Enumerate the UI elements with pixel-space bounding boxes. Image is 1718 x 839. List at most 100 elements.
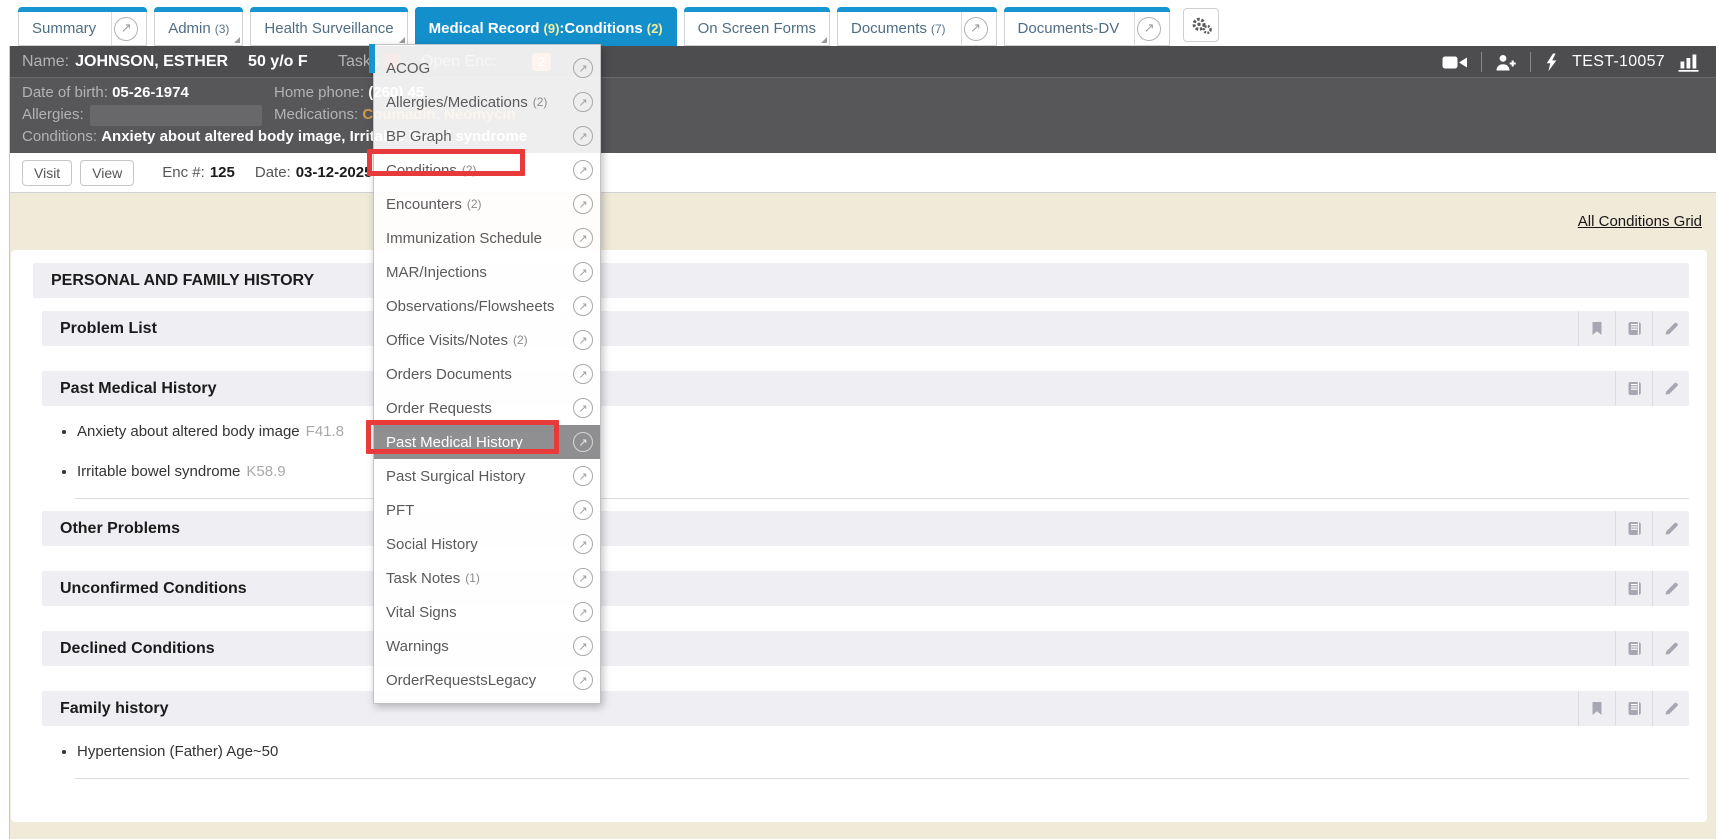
tab-label: Summary	[19, 7, 109, 45]
menu-item-bp-graph[interactable]: BP Graph↗	[374, 119, 600, 153]
menu-item-orderrequestslegacy[interactable]: OrderRequestsLegacy↗	[374, 663, 600, 697]
bar-chart-icon[interactable]	[1678, 53, 1700, 72]
all-conditions-grid-link[interactable]: All Conditions Grid	[1578, 213, 1702, 230]
external-link-icon[interactable]: ↗	[573, 262, 593, 282]
menu-item-past-medical-history[interactable]: Past Medical History↗	[374, 425, 600, 459]
menu-item-orders-documents[interactable]: Orders Documents ↗	[374, 357, 600, 391]
menu-item-mar-injections[interactable]: MAR/Injections↗	[374, 255, 600, 289]
menu-item-social-history[interactable]: Social History↗	[374, 527, 600, 561]
section-problem-list: Problem List	[11, 311, 1707, 346]
external-link-icon[interactable]: ↗	[961, 7, 996, 45]
tab-on-screen-forms[interactable]: On Screen Forms	[684, 7, 830, 46]
patient-allergies-row: Allergies: Medications: Coumadin, Neomyc…	[22, 106, 1716, 128]
book-icon[interactable]	[1615, 631, 1652, 666]
menu-item-task-notes[interactable]: Task Notes(1)↗	[374, 561, 600, 595]
external-link-icon[interactable]: ↗	[573, 228, 593, 248]
section-title: PERSONAL AND FAMILY HISTORY	[51, 272, 314, 290]
menu-item-past-surgical-history[interactable]: Past Surgical History↗	[374, 459, 600, 493]
menu-item-count: (1)	[465, 571, 480, 585]
patient-name-row: Name: JOHNSON, ESTHER 50 y/o F Tasks Ope…	[10, 46, 1716, 78]
bookmark-icon[interactable]	[1578, 311, 1615, 346]
external-link-icon[interactable]: ↗	[573, 568, 593, 588]
condition-list: Hypertension (Father) Age~50	[57, 738, 1689, 778]
menu-item-order-requests[interactable]: Order Requests↗	[374, 391, 600, 425]
section-actions	[1578, 311, 1689, 346]
external-link-icon[interactable]: ↗	[573, 432, 593, 452]
tab-label: Health Surveillance	[251, 7, 406, 45]
person-add-icon[interactable]	[1495, 54, 1517, 71]
pencil-icon[interactable]	[1652, 631, 1689, 666]
section-header-problem-list: Problem List	[42, 311, 1689, 346]
lightning-icon[interactable]	[1544, 53, 1559, 72]
external-link-icon[interactable]: ↗	[573, 398, 593, 418]
section-actions	[1615, 371, 1689, 406]
list-item: Anxiety about altered body imageF41.8	[77, 418, 1689, 458]
menu-item-label: Orders Documents	[386, 366, 512, 383]
allergies-label: Allergies:	[22, 106, 84, 123]
external-link-icon[interactable]: ↗	[573, 636, 593, 656]
external-link-icon[interactable]: ↗	[573, 92, 593, 112]
external-link-icon[interactable]: ↗	[573, 364, 593, 384]
external-link-icon[interactable]: ↗	[573, 296, 593, 316]
tab-summary[interactable]: Summary↗	[18, 7, 147, 46]
book-icon[interactable]	[1615, 691, 1652, 726]
external-link-icon[interactable]: ↗	[111, 7, 146, 45]
pencil-icon[interactable]	[1652, 571, 1689, 606]
external-link-icon[interactable]: ↗	[573, 58, 593, 78]
section-other-problems: Other Problems	[11, 511, 1707, 546]
menu-item-label: Allergies/Medications	[386, 94, 528, 111]
menu-item-acog[interactable]: ACOG↗	[374, 51, 600, 85]
external-link-icon[interactable]: ↗	[573, 534, 593, 554]
external-link-icon[interactable]: ↗	[573, 500, 593, 520]
external-link-icon[interactable]: ↗	[573, 194, 593, 214]
book-icon[interactable]	[1615, 371, 1652, 406]
section-title: Other Problems	[60, 520, 180, 538]
pencil-icon[interactable]	[1652, 511, 1689, 546]
patient-id: TEST-10057	[1572, 53, 1665, 71]
menu-item-conditions[interactable]: Conditions(2)↗	[374, 153, 600, 187]
pencil-icon[interactable]	[1652, 691, 1689, 726]
book-icon[interactable]	[1615, 511, 1652, 546]
bookmark-icon[interactable]	[1578, 691, 1615, 726]
tab-documents[interactable]: Documents (7)↗	[837, 7, 997, 46]
medical-record-dropdown-menu: ACOG↗Allergies/Medications(2)↗BP Graph↗C…	[373, 44, 601, 704]
menu-item-allergies-medications[interactable]: Allergies/Medications (2) ↗	[374, 85, 600, 119]
tab-label: On Screen Forms	[685, 7, 829, 45]
home-phone-label: Home phone:	[274, 84, 364, 101]
tab-medical-record[interactable]: Medical Record (9):Conditions (2)	[415, 7, 677, 46]
visit-button[interactable]: Visit	[22, 160, 72, 186]
external-link-icon[interactable]: ↗	[1134, 7, 1169, 45]
section-title: Declined Conditions	[60, 640, 215, 658]
external-link-icon[interactable]: ↗	[573, 466, 593, 486]
external-link-icon[interactable]: ↗	[573, 160, 593, 180]
tab-admin[interactable]: Admin (3)	[154, 7, 243, 46]
tab-documents-dv[interactable]: Documents-DV↗	[1004, 7, 1171, 46]
menu-item-label: Warnings	[386, 638, 449, 655]
pencil-icon[interactable]	[1652, 311, 1689, 346]
video-camera-icon[interactable]	[1442, 55, 1468, 70]
menu-item-count: (2)	[533, 95, 548, 109]
view-button[interactable]: View	[80, 160, 134, 186]
enc-number-value: 125	[210, 164, 235, 181]
menu-item-office-visits-notes[interactable]: Office Visits/Notes(2)↗	[374, 323, 600, 357]
pencil-icon[interactable]	[1652, 371, 1689, 406]
menu-item-encounters[interactable]: Encounters(2)↗	[374, 187, 600, 221]
external-link-icon[interactable]: ↗	[573, 670, 593, 690]
external-link-icon[interactable]: ↗	[573, 126, 593, 146]
menu-item-immunization-schedule[interactable]: Immunization Schedule↗	[374, 221, 600, 255]
menu-item-pft[interactable]: PFT↗	[374, 493, 600, 527]
menu-item-vital-signs[interactable]: Vital Signs ↗	[374, 595, 600, 629]
tab-health-surveillance[interactable]: Health Surveillance	[250, 7, 407, 46]
section-header-family-history: Family history	[42, 691, 1689, 726]
book-icon[interactable]	[1615, 311, 1652, 346]
book-icon[interactable]	[1615, 571, 1652, 606]
tab-label: Medical Record (9):Conditions (2)	[416, 7, 676, 45]
menu-item-warnings[interactable]: Warnings ↗	[374, 629, 600, 663]
menu-item-label: Vital Signs	[386, 604, 457, 621]
section-title: Past Medical History	[60, 380, 217, 398]
external-link-icon[interactable]: ↗	[573, 330, 593, 350]
menu-item-observations-flowsheets[interactable]: Observations/Flowsheets↗	[374, 289, 600, 323]
external-link-icon[interactable]: ↗	[573, 602, 593, 622]
date-label: Date:	[255, 164, 291, 181]
settings-gears-icon[interactable]	[1183, 8, 1219, 42]
